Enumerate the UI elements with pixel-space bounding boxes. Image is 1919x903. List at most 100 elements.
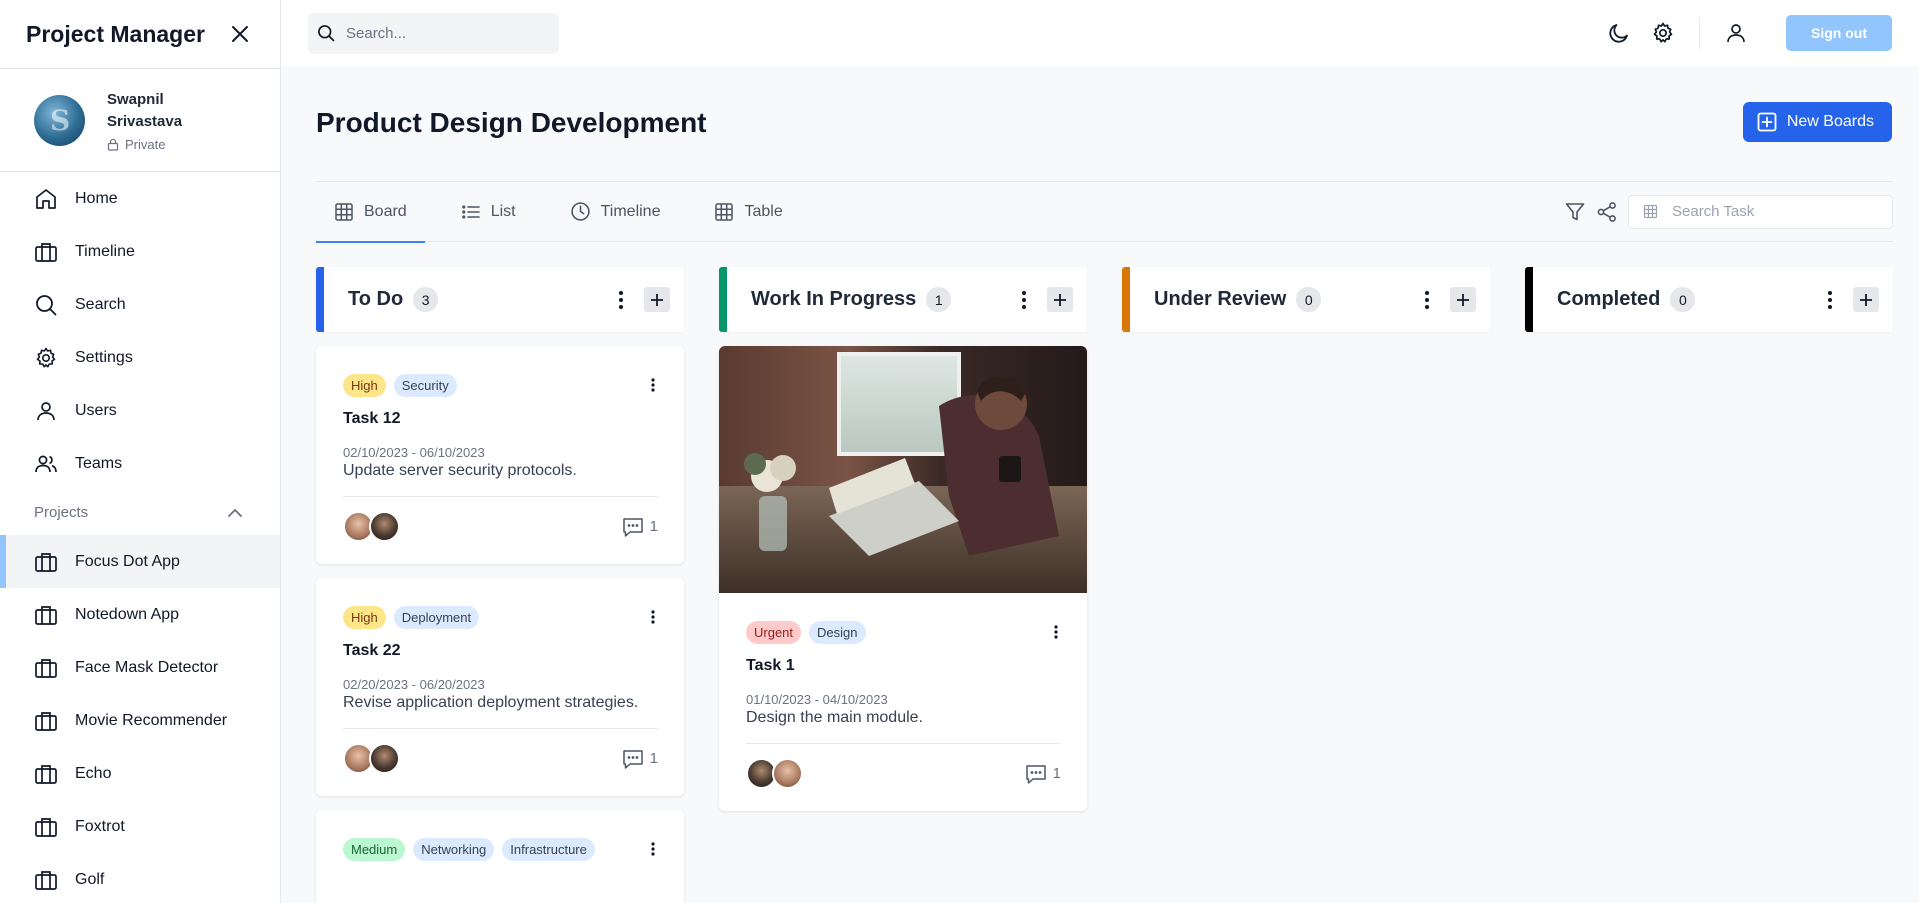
nav-item-home[interactable]: Home	[0, 172, 280, 225]
table-icon	[1643, 204, 1658, 219]
new-boards-button[interactable]: New Boards	[1742, 101, 1892, 142]
column-title: Work In Progress	[751, 288, 917, 310]
search-icon	[318, 25, 335, 42]
project-item-focus-dot-app[interactable]: Focus Dot App	[0, 535, 280, 588]
task-description: Design the main module.	[746, 709, 923, 726]
add-task-button[interactable]	[1853, 287, 1879, 312]
project-label: Movie Recommender	[75, 711, 228, 729]
view-tabs: Board List Timeline Table	[316, 182, 1893, 243]
project-item-movie-recommender[interactable]: Movie Recommender	[0, 694, 280, 747]
nav-label: Search	[75, 295, 126, 313]
privacy-status: Private	[107, 137, 207, 152]
nav-item-users[interactable]: Users	[0, 384, 280, 437]
kanban-board: To Do 3 High Security Task 12 02/10/2023…	[316, 267, 1893, 903]
category-tag: Design	[809, 620, 866, 644]
column-under-review: Under Review 0	[1122, 267, 1490, 903]
page-header: Product Design Development New Boards	[316, 66, 1893, 182]
add-task-button[interactable]	[1047, 287, 1073, 312]
more-vertical-icon[interactable]	[644, 373, 662, 397]
more-vertical-icon[interactable]	[1821, 288, 1839, 312]
avatar	[369, 511, 400, 542]
filter-icon[interactable]	[1564, 201, 1586, 223]
sidebar-header: Project Manager	[0, 0, 280, 69]
task-dates: 02/10/2023 - 06/10/2023	[343, 445, 485, 460]
column-title: Under Review	[1154, 288, 1287, 310]
task-search-input[interactable]	[1672, 203, 1872, 220]
more-vertical-icon[interactable]	[1418, 288, 1436, 312]
briefcase-icon	[35, 870, 57, 890]
sign-out-button[interactable]: Sign out	[1786, 15, 1892, 51]
column-count-badge: 3	[413, 287, 439, 312]
briefcase-icon	[35, 605, 57, 625]
nav-label: Timeline	[75, 242, 135, 260]
project-item-golf[interactable]: Golf	[0, 853, 280, 903]
project-label: Face Mask Detector	[75, 658, 219, 676]
projects-header[interactable]: Projects	[0, 490, 280, 535]
nav-item-timeline[interactable]: Timeline	[0, 225, 280, 278]
task-title: Task 12	[343, 410, 401, 427]
task-description: Revise application deployment strategies…	[343, 694, 639, 711]
project-item-echo[interactable]: Echo	[0, 747, 280, 800]
user-icon	[37, 401, 55, 420]
project-label: Notedown App	[75, 605, 180, 623]
task-title: Task 1	[746, 657, 795, 674]
settings-button[interactable]	[1641, 11, 1685, 55]
close-icon[interactable]	[226, 20, 254, 48]
grid-icon	[335, 202, 353, 221]
column-to-do: To Do 3 High Security Task 12 02/10/2023…	[316, 267, 684, 903]
tab-timeline[interactable]: Timeline	[552, 182, 679, 242]
assignees	[343, 511, 400, 542]
task-card[interactable]: Medium Networking Infrastructure	[316, 810, 684, 903]
search-input[interactable]	[346, 24, 546, 42]
more-vertical-icon[interactable]	[1047, 620, 1065, 644]
briefcase-icon	[35, 764, 57, 784]
more-vertical-icon[interactable]	[612, 288, 630, 312]
more-vertical-icon[interactable]	[644, 605, 662, 629]
task-card[interactable]: Urgent Design Task 1 01/10/2023 - 04/10/…	[719, 346, 1087, 811]
nav-label: Settings	[75, 348, 133, 366]
more-vertical-icon[interactable]	[1015, 288, 1033, 312]
comment-count[interactable]: 1	[1025, 763, 1061, 785]
user-icon	[1727, 24, 1745, 43]
tab-list[interactable]: List	[443, 182, 534, 242]
category-tag: Networking	[413, 837, 495, 861]
global-search[interactable]	[308, 12, 559, 54]
project-item-notedown-app[interactable]: Notedown App	[0, 588, 280, 641]
task-search[interactable]	[1628, 194, 1893, 229]
page-title: Product Design Development	[316, 106, 707, 138]
lock-icon	[107, 138, 119, 151]
comment-icon	[622, 517, 643, 537]
more-vertical-icon[interactable]	[644, 837, 662, 861]
chevron-up-icon[interactable]	[228, 508, 242, 517]
project-item-foxtrot[interactable]: Foxtrot	[0, 800, 280, 853]
task-card[interactable]: High Deployment Task 22 02/20/2023 - 06/…	[316, 578, 684, 796]
profile-button[interactable]	[1714, 11, 1758, 55]
user-profile[interactable]: Swapnil Srivastava Private	[0, 69, 280, 172]
briefcase-icon	[35, 711, 57, 731]
moon-icon	[1609, 24, 1628, 43]
add-task-button[interactable]	[644, 287, 670, 312]
add-task-button[interactable]	[1450, 287, 1476, 312]
comment-count[interactable]: 1	[622, 516, 658, 538]
briefcase-icon	[35, 242, 57, 262]
comment-count[interactable]: 1	[622, 748, 658, 770]
user-name: Swapnil Srivastava	[107, 90, 183, 130]
task-card[interactable]: High Security Task 12 02/10/2023 - 06/10…	[316, 346, 684, 564]
column-count-badge: 0	[1296, 287, 1322, 312]
home-icon	[36, 188, 56, 209]
share-icon[interactable]	[1596, 201, 1618, 223]
dark-mode-toggle[interactable]	[1597, 11, 1641, 55]
tab-board[interactable]: Board	[316, 182, 425, 243]
divider	[1699, 17, 1700, 49]
nav-item-settings[interactable]: Settings	[0, 331, 280, 384]
project-item-face-mask-detector[interactable]: Face Mask Detector	[0, 641, 280, 694]
plus-icon	[1457, 293, 1469, 306]
task-dates: 01/10/2023 - 04/10/2023	[746, 692, 888, 707]
nav-item-search[interactable]: Search	[0, 278, 280, 331]
project-label: Focus Dot App	[75, 552, 180, 570]
tab-table[interactable]: Table	[696, 182, 800, 242]
privacy-label: Private	[125, 136, 166, 152]
nav-item-teams[interactable]: Teams	[0, 437, 280, 490]
plus-icon	[651, 293, 663, 306]
tab-label: Board	[364, 202, 407, 220]
